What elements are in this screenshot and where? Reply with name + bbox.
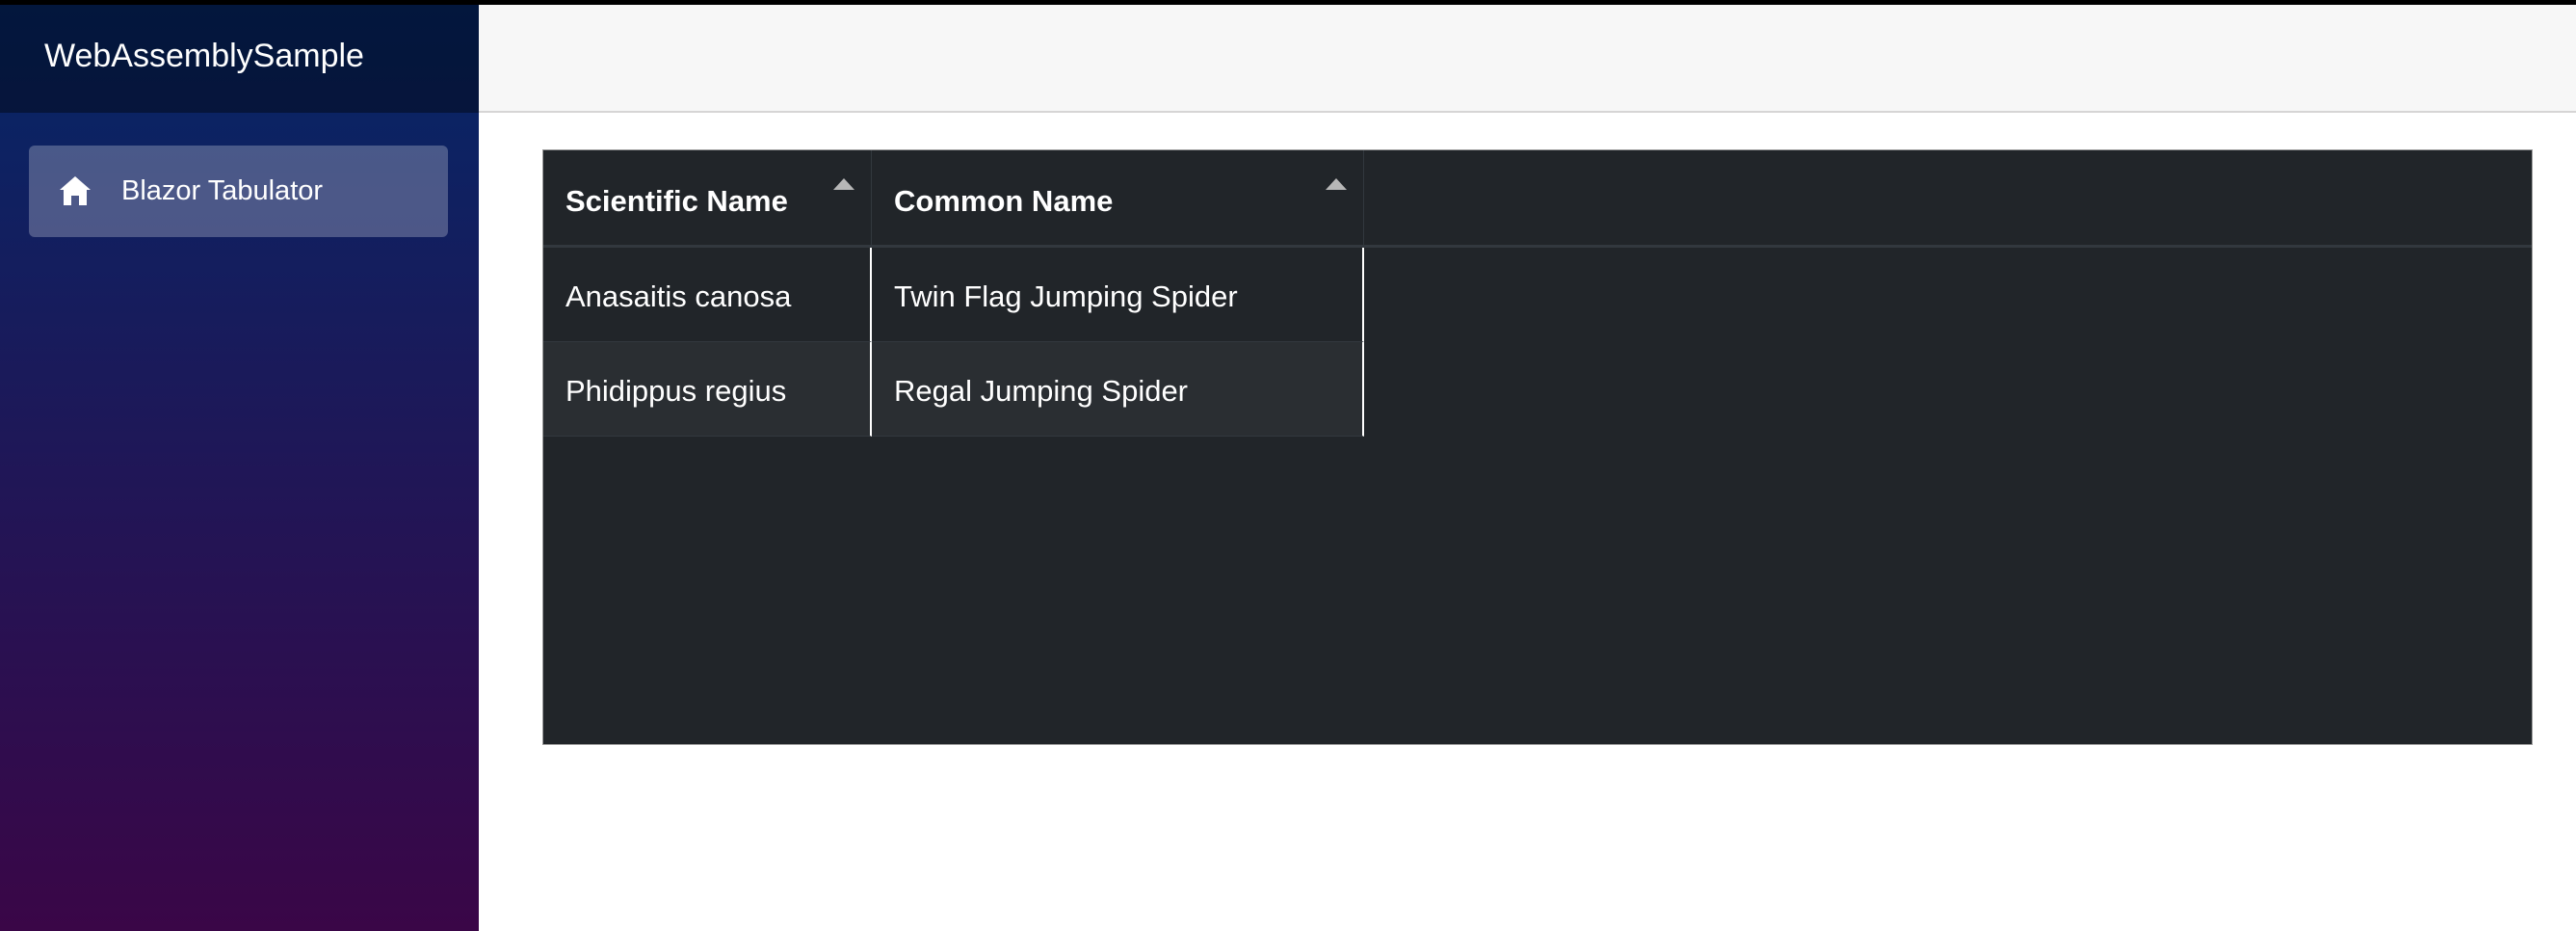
column-title: Common Name (894, 184, 1114, 218)
sort-ascending-icon[interactable] (833, 178, 854, 190)
column-header-scientific-name[interactable]: Scientific Name (543, 150, 872, 248)
cell-scientific-name[interactable]: Phidippus regius (543, 342, 872, 437)
sidebar-item-label: Blazor Tabulator (121, 175, 324, 206)
table-row[interactable]: Anasaitis canosa Twin Flag Jumping Spide… (543, 248, 1364, 342)
cell-text: Regal Jumping Spider (894, 374, 1189, 408)
cell-common-name[interactable]: Regal Jumping Spider (872, 342, 1364, 437)
cell-common-name[interactable]: Twin Flag Jumping Spider (872, 248, 1364, 342)
top-row (479, 5, 2576, 113)
cell-scientific-name[interactable]: Anasaitis canosa (543, 248, 872, 342)
table-row[interactable]: Phidippus regius Regal Jumping Spider (543, 342, 1364, 437)
data-table: Scientific Name Common Name Anasaitis ca… (542, 149, 2533, 745)
sort-ascending-icon[interactable] (1326, 178, 1347, 190)
column-header-common-name[interactable]: Common Name (872, 150, 1364, 248)
cell-text: Anasaitis canosa (565, 279, 792, 313)
sidebar: WebAssemblySample Blazor Tabulator (0, 5, 479, 931)
cell-text: Twin Flag Jumping Spider (894, 279, 1238, 313)
home-icon (60, 176, 91, 205)
sidebar-item-blazor-tabulator[interactable]: Blazor Tabulator (29, 146, 448, 237)
cell-text: Phidippus regius (565, 374, 787, 408)
app-title[interactable]: WebAssemblySample (44, 37, 364, 76)
column-title: Scientific Name (565, 184, 788, 218)
table-header: Scientific Name Common Name (543, 150, 2532, 248)
brand-bar: WebAssemblySample (0, 5, 479, 113)
